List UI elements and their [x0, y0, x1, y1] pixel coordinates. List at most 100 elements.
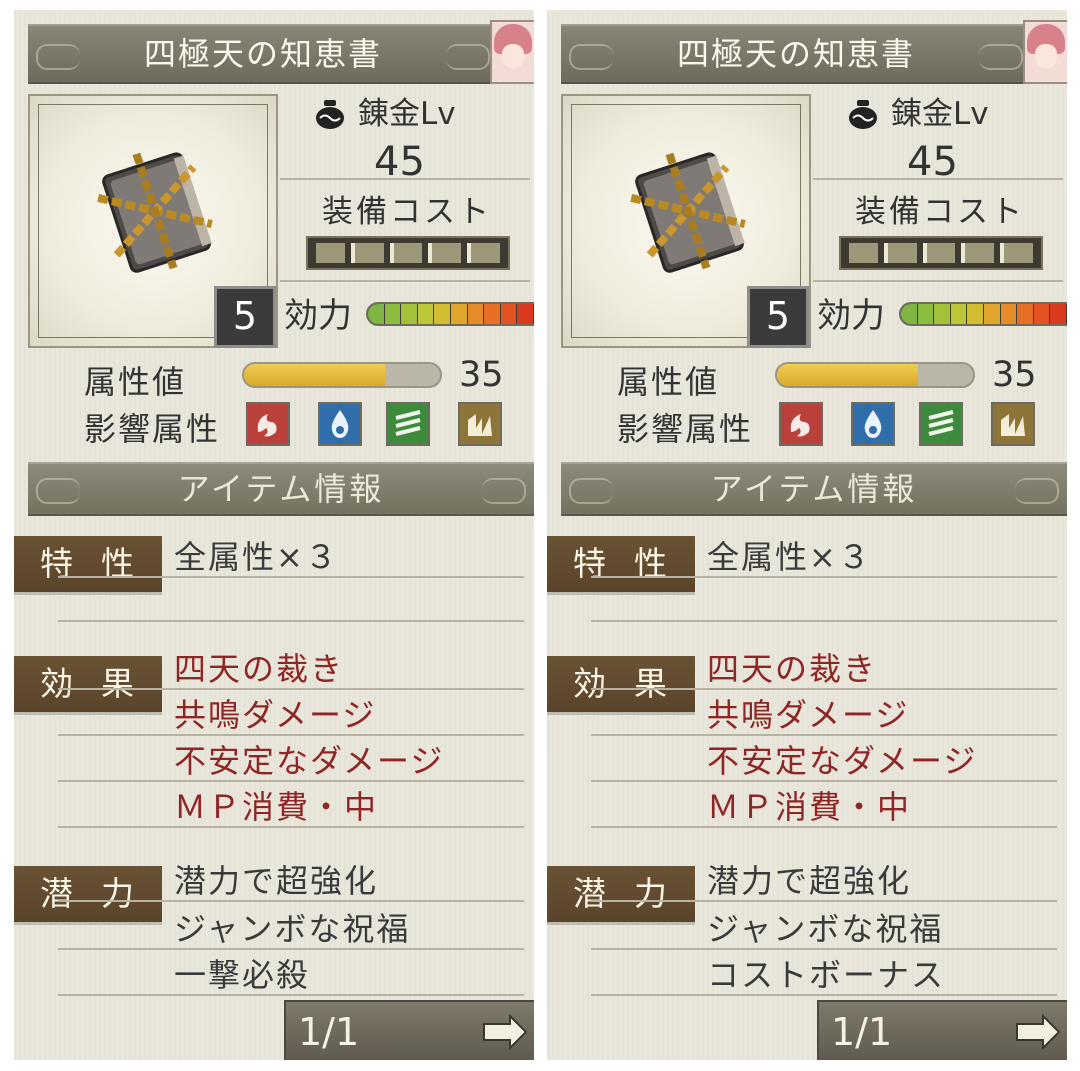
- row-divider: [58, 780, 524, 782]
- cost-segment: [922, 243, 956, 263]
- title-banner: 四極天の知恵書: [561, 24, 1031, 84]
- affected-elements-label: 影響属性: [617, 410, 754, 448]
- avatar-face: [1035, 44, 1057, 68]
- item-info-title: アイテム情報: [710, 470, 918, 508]
- potential-item: ジャンボな祝福: [174, 910, 411, 948]
- cost-segment: [961, 243, 995, 263]
- next-page-arrow-icon[interactable]: [1015, 1014, 1061, 1050]
- potency-segment: [1033, 304, 1051, 324]
- row-divider: [58, 826, 524, 828]
- potential-item: 一撃必殺: [174, 956, 311, 994]
- cost-segment: [883, 243, 917, 263]
- row-divider: [58, 900, 524, 902]
- water-icon: [318, 402, 362, 446]
- row-divider: [591, 994, 1057, 996]
- row-divider: [58, 620, 524, 622]
- potency-segment: [484, 304, 501, 324]
- attribute-value-fill: [777, 364, 919, 386]
- potency-segment: [500, 304, 518, 324]
- row-divider: [591, 576, 1057, 578]
- potency-label: 効力: [284, 296, 352, 336]
- attribute-value-number: 35: [459, 355, 504, 395]
- chained-book-icon: [630, 152, 746, 273]
- character-avatar[interactable]: [490, 20, 534, 84]
- cost-segment: [389, 243, 423, 263]
- effect-item: ＭＰ消費・中: [174, 788, 379, 826]
- potency-segment: [983, 304, 1001, 324]
- potency-segment: [1050, 304, 1067, 324]
- potential-tag: 潜力: [14, 866, 162, 922]
- effect-item: 共鳴ダメージ: [707, 696, 910, 734]
- item-info-header: アイテム情報: [28, 462, 534, 516]
- traits-tag: 特性: [547, 536, 695, 592]
- potency-segment: [434, 304, 451, 324]
- earth-icon: [458, 402, 502, 446]
- scroll-ornament-icon: [446, 44, 490, 70]
- potency-segment: [517, 304, 534, 324]
- effect-item: 四天の裁き: [707, 650, 878, 688]
- potential-item: コストボーナス: [707, 956, 946, 994]
- effects-tag-label: 効果: [573, 664, 695, 703]
- potential-item: 潜力で超強化: [174, 862, 379, 900]
- equip-cost-label: 装備コスト: [855, 194, 1025, 230]
- page-number: 1/1: [298, 1010, 360, 1054]
- item-title: 四極天の知恵書: [143, 35, 382, 73]
- character-avatar[interactable]: [1023, 20, 1067, 84]
- page-indicator[interactable]: 1/1: [284, 1000, 534, 1060]
- cost-segment: [1000, 243, 1033, 263]
- potency-segment: [450, 304, 468, 324]
- item-title: 四極天の知恵書: [676, 35, 915, 73]
- affected-elements-label: 影響属性: [84, 410, 221, 448]
- row-divider: [591, 780, 1057, 782]
- quality-level-badge: 5: [747, 286, 809, 348]
- divider: [813, 280, 1063, 282]
- row-divider: [58, 688, 524, 690]
- quality-level-badge: 5: [214, 286, 276, 348]
- attribute-value-label: 属性値: [84, 363, 187, 401]
- potency-label: 効力: [817, 296, 885, 336]
- wind-icon: [919, 402, 963, 446]
- chained-book-icon: [97, 152, 213, 273]
- wind-icon: [386, 402, 430, 446]
- effect-item: ＭＰ消費・中: [707, 788, 912, 826]
- page-indicator[interactable]: 1/1: [817, 1000, 1067, 1060]
- alchemy-level-label: 錬金Lv: [891, 96, 989, 132]
- divider: [813, 178, 1063, 180]
- potency-gauge: [899, 302, 1067, 326]
- traits-tag-label: 特性: [573, 544, 695, 583]
- row-divider: [58, 734, 524, 736]
- attribute-value-fill: [244, 364, 386, 386]
- potency-segment: [467, 304, 485, 324]
- earth-icon: [991, 402, 1035, 446]
- divider: [280, 178, 530, 180]
- potency-segment: [401, 304, 418, 324]
- cost-segment: [350, 243, 384, 263]
- effect-item: 不安定なダメージ: [707, 742, 978, 780]
- row-divider: [591, 620, 1057, 622]
- potency-gauge: [366, 302, 534, 326]
- attribute-value-number: 35: [992, 355, 1037, 395]
- effect-item: 四天の裁き: [174, 650, 345, 688]
- equip-cost-label: 装備コスト: [322, 194, 492, 230]
- potency-segment: [934, 304, 951, 324]
- cost-segment: [428, 243, 462, 263]
- next-page-arrow-icon[interactable]: [482, 1014, 528, 1050]
- alchemy-pot-icon: [316, 100, 344, 129]
- avatar-face: [502, 44, 524, 68]
- water-icon: [851, 402, 895, 446]
- row-divider: [58, 948, 524, 950]
- fire-icon: [246, 402, 290, 446]
- potential-tag-label: 潜力: [40, 874, 162, 913]
- traits-tag: 特性: [14, 536, 162, 592]
- equip-cost-bar: [839, 236, 1043, 270]
- potential-tag: 潜力: [547, 866, 695, 922]
- attribute-value-bar: [242, 362, 442, 388]
- equip-cost-bar: [306, 236, 510, 270]
- potential-item: 潜力で超強化: [707, 862, 912, 900]
- attribute-value-bar: [775, 362, 975, 388]
- potential-item: ジャンボな祝福: [707, 910, 944, 948]
- potency-segment: [417, 304, 435, 324]
- scroll-ornament-icon: [1015, 478, 1059, 504]
- row-divider: [58, 994, 524, 996]
- potency-segment: [967, 304, 984, 324]
